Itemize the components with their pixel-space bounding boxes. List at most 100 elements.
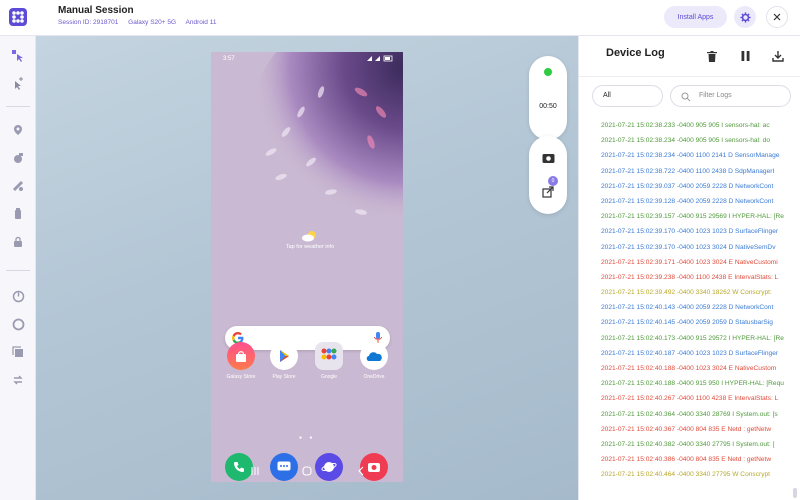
left-toolbar (0, 36, 36, 500)
download-icon (772, 51, 784, 62)
install-apps-button[interactable]: Install Apps (664, 6, 727, 28)
power-tool[interactable] (10, 288, 26, 304)
location-tool[interactable] (10, 122, 26, 138)
device-log-panel: Device Log All Filter Logs 2021-07-21 15… (578, 36, 800, 500)
export-button[interactable] (540, 184, 556, 200)
log-line: 2021-07-21 15:02:40.267 -0400 1100 4238 … (601, 395, 779, 403)
screenshot-icon (542, 154, 554, 163)
rotate-tool[interactable] (10, 372, 26, 388)
lock-tool[interactable] (10, 234, 26, 250)
weather-widget[interactable]: Tap for weather info (275, 230, 345, 250)
cloud-icon (366, 352, 382, 361)
timer-value: 00:50 (539, 103, 557, 110)
pause-log-button[interactable] (733, 44, 757, 68)
galaxy-store-app[interactable] (227, 342, 255, 370)
log-line: 2021-07-21 15:02:38.722 -0400 1100 2438 … (601, 167, 775, 175)
settings-button[interactable] (734, 6, 756, 28)
device-tool[interactable] (10, 206, 26, 222)
filter-logs-input[interactable]: Filter Logs (670, 85, 791, 107)
export-icon (542, 186, 554, 198)
os-version: Android 11 (185, 19, 217, 26)
biometric-tool[interactable] (10, 178, 26, 194)
recents-nav-button[interactable] (249, 465, 261, 477)
log-line: 2021-07-21 15:02:40.173 -0400 915 29572 … (601, 334, 784, 342)
device-name: Galaxy S20+ 5G (128, 19, 177, 26)
home-tool[interactable] (10, 316, 26, 332)
biometric-icon (12, 180, 24, 192)
log-line: 2021-07-21 15:02:38.234 -0400 1100 2141 … (601, 152, 780, 160)
trash-icon (707, 50, 717, 62)
wallpaper-flower (251, 52, 403, 232)
export-badge: 0 (548, 176, 558, 186)
tap-tool[interactable] (10, 48, 26, 64)
gesture-tool[interactable] (10, 76, 26, 92)
status-time: 3:57 (223, 56, 235, 62)
shopping-bag-icon (236, 351, 246, 362)
log-scrollbar[interactable] (793, 488, 797, 498)
clear-log-button[interactable] (700, 44, 724, 68)
signal-battery-icon (367, 55, 393, 62)
log-line: 2021-07-21 15:02:39.157 -0400 915 29569 … (601, 213, 784, 221)
device-screen[interactable]: 3:57 Tap for weather info Galaxy Store P… (211, 52, 403, 482)
back-nav-button[interactable] (355, 465, 367, 477)
session-title: Manual Session (58, 5, 134, 16)
gesture-icon (15, 77, 23, 90)
android-navbar (211, 460, 403, 482)
app-label-galaxy-store: Galaxy Store (226, 374, 256, 380)
log-line: 2021-07-21 15:02:38.234 -0400 905 905 I … (601, 137, 771, 145)
recording-indicator (544, 68, 552, 76)
download-log-button[interactable] (766, 44, 790, 68)
close-icon (773, 13, 781, 21)
log-line: 2021-07-21 15:02:40.188 -0400 915 950 I … (601, 380, 784, 388)
recents-tool[interactable] (10, 344, 26, 360)
device-log-title: Device Log (606, 47, 665, 59)
log-line: 2021-07-21 15:02:39.170 -0400 1023 3024 … (601, 243, 776, 251)
log-line: 2021-07-21 15:02:39.492 -0400 3340 18262… (601, 289, 772, 297)
back-icon (358, 466, 364, 476)
gear-icon (739, 11, 751, 23)
top-header: Manual Session Session ID: 2918701 Galax… (0, 0, 800, 36)
lock-icon (14, 236, 22, 247)
log-line: 2021-07-21 15:02:40.188 -0400 1023 3024 … (601, 365, 777, 372)
session-details: Session ID: 2918701 Galaxy S20+ 5G Andro… (58, 19, 224, 26)
filter-placeholder: Filter Logs (699, 92, 732, 99)
onedrive-app[interactable] (360, 342, 388, 370)
weather-text: Tap for weather info (285, 244, 335, 250)
google-folder-app[interactable] (315, 342, 343, 370)
log-line: 2021-07-21 15:02:40.382 -0400 3340 27795… (601, 440, 775, 448)
log-line: 2021-07-21 15:02:40.364 -0400 3340 28769… (601, 410, 778, 418)
location-icon (14, 125, 22, 135)
log-line: 2021-07-21 15:02:39.171 -0400 1023 3024 … (601, 258, 778, 266)
log-line: 2021-07-21 15:02:40.187 -0400 1023 1023 … (601, 349, 779, 357)
google-apps-folder-icon (321, 348, 337, 360)
log-line: 2021-07-21 15:02:40.464 -0400 3340 27795… (601, 471, 770, 479)
close-session-button[interactable] (766, 6, 788, 28)
logo-icon (9, 8, 27, 26)
log-level-select[interactable]: All (592, 85, 663, 107)
recents-icon (251, 467, 259, 475)
home-icon (302, 466, 312, 476)
page-indicator: ● ● (299, 435, 316, 441)
log-line: 2021-07-21 15:02:40.143 -0400 2059 2228 … (601, 304, 774, 312)
log-line: 2021-07-21 15:02:40.145 -0400 2059 2059 … (601, 319, 773, 327)
log-line: 2021-07-21 15:02:39.170 -0400 1023 1023 … (601, 228, 779, 236)
status-bar: 3:57 (211, 52, 403, 66)
rotate-icon (13, 375, 23, 385)
device-icon (15, 208, 21, 219)
pause-icon (741, 51, 749, 61)
app-label-onedrive: OneDrive (363, 374, 385, 380)
log-line: 2021-07-21 15:02:38.233 -0400 905 905 I … (601, 122, 770, 129)
session-id: Session ID: 2918701 (58, 19, 119, 26)
home-nav-button[interactable] (301, 465, 313, 477)
weather-icon (302, 231, 316, 242)
screenshot-button[interactable] (540, 150, 556, 166)
status-icons (367, 55, 393, 64)
camera-injection-tool[interactable] (10, 150, 26, 166)
log-list: 2021-07-21 15:02:38.233 -0400 905 905 I … (601, 118, 799, 500)
play-store-app[interactable] (270, 342, 298, 370)
log-line: 2021-07-21 15:02:40.367 -0400 804 835 E … (601, 425, 772, 433)
log-line: 2021-07-21 15:02:39.128 -0400 2059 2228 … (601, 197, 774, 205)
app-label-play-store: Play Store (272, 374, 296, 380)
log-line: 2021-07-21 15:02:39.238 -0400 1100 2438 … (601, 273, 779, 281)
copy-icon (12, 346, 23, 357)
